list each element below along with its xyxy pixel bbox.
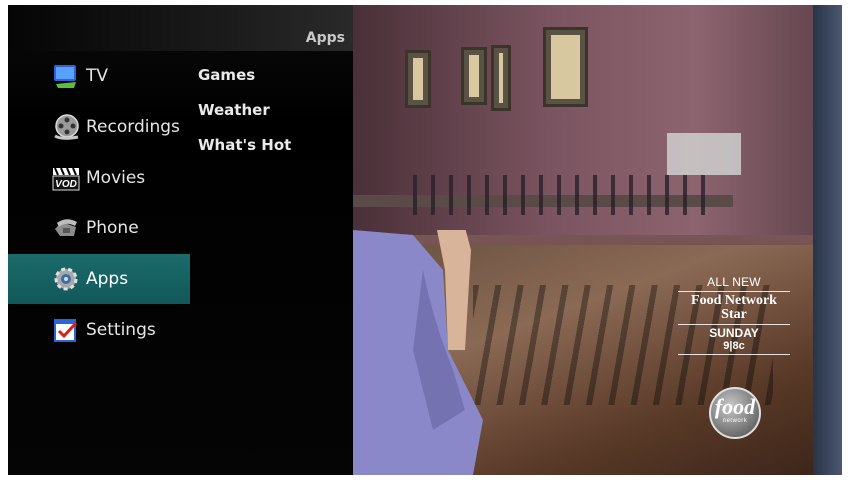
menu-header: Apps [8,5,353,51]
section-title: Apps [305,30,345,46]
submenu-item-whats-hot[interactable]: What's Hot [198,135,291,170]
menu-item-label: Apps [86,269,129,290]
menu-item-movies[interactable]: VOD Movies [8,152,190,203]
promo-divider [678,324,790,325]
person-silhouette [353,230,483,475]
wall-picture [461,47,487,105]
tv-screen: Apps TV Recordings VOD Movies Phone Apps… [8,5,842,475]
promo-divider [678,354,790,355]
promo-all-new: ALL NEW [707,275,761,289]
menu-item-phone[interactable]: Phone [8,203,190,254]
promo-overlay: ALL NEW Food Network Star SUNDAY 9|8c [678,275,790,357]
menu-item-label: Settings [86,319,156,340]
promo-divider [678,291,790,292]
vod-badge: VOD [55,179,77,190]
wall-picture [543,27,588,107]
menu-item-label: Movies [86,167,146,188]
promo-day: SUNDAY [709,326,759,340]
film-reel-icon [54,114,79,140]
menu-item-recordings[interactable]: Recordings [8,102,190,153]
phone-icon [55,219,77,237]
wall-lamp [667,133,741,175]
pillar [813,5,842,475]
menu-item-settings[interactable]: Settings [8,304,190,355]
apps-submenu: Games Weather What's Hot [198,65,291,170]
menu-item-label: Recordings [86,117,180,138]
gear-icon [54,267,78,291]
main-menu: TV Recordings VOD Movies Phone Apps Sett… [8,51,190,355]
vod-clapper-icon: VOD [52,167,80,191]
submenu-item-games[interactable]: Games [198,65,291,100]
menu-item-label: TV [86,66,109,87]
logo-main-text: food [714,394,756,419]
promo-show-line1: Food Network [691,293,777,308]
menu-item-label: Phone [86,218,139,239]
food-network-logo: food network [709,387,761,439]
menu-item-apps[interactable]: Apps [8,253,190,305]
main-menu-panel: Apps TV Recordings VOD Movies Phone Apps… [8,5,353,475]
checklist-icon [54,318,78,342]
menu-item-tv[interactable]: TV [8,51,190,102]
live-tv-video [353,5,842,475]
tv-icon [54,65,76,89]
wall-picture [491,45,511,111]
wall-picture [405,50,431,108]
promo-show-line2: Star [721,307,747,322]
shelf-pegs [413,175,713,215]
promo-time: 9|8c [723,340,745,352]
submenu-item-weather[interactable]: Weather [198,100,291,135]
